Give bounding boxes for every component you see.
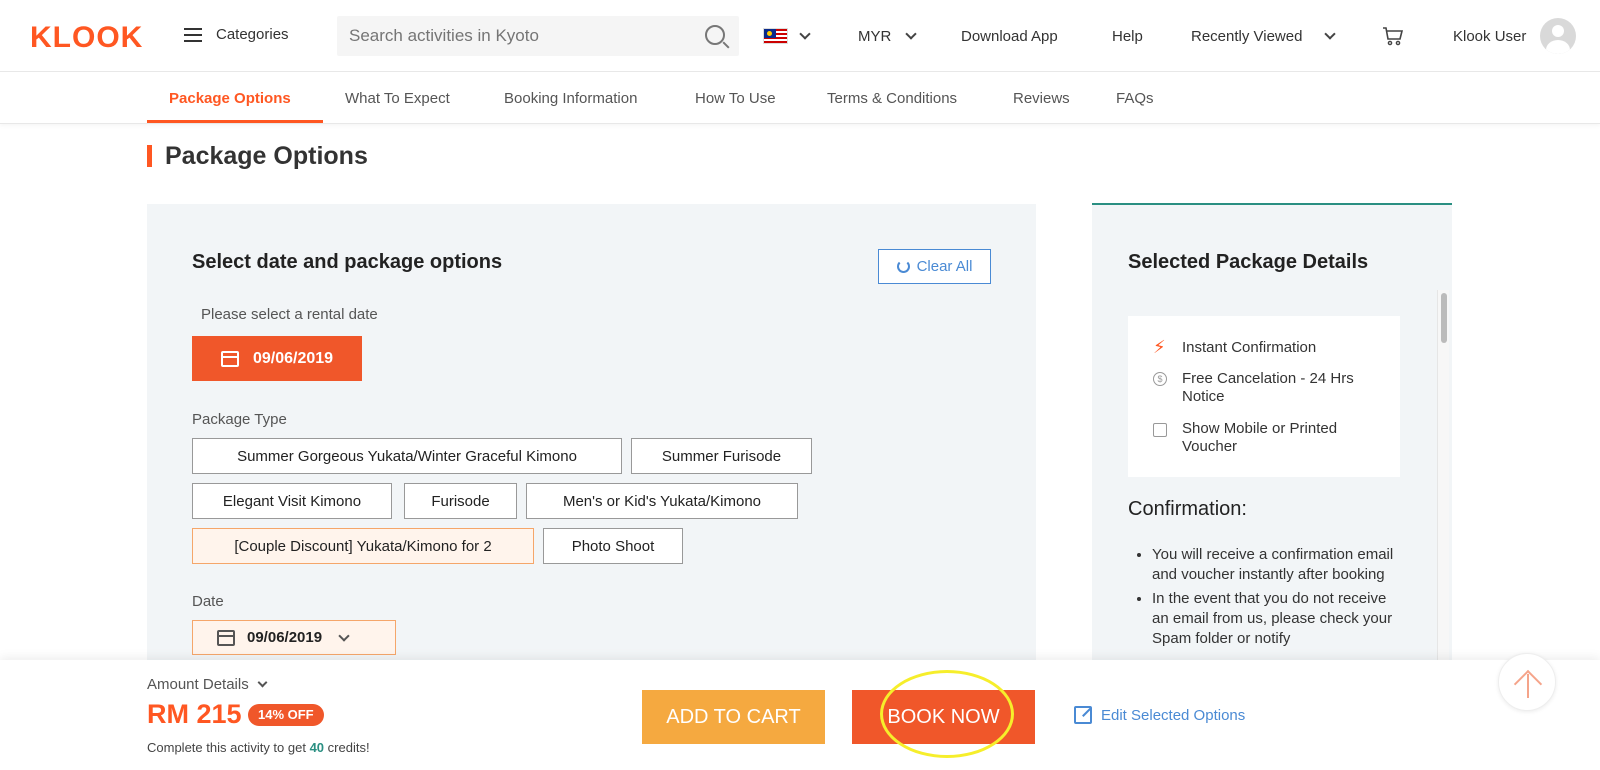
package-option[interactable]: Furisode xyxy=(404,483,517,519)
currency-selector[interactable]: MYR xyxy=(858,28,891,45)
package-type-label: Package Type xyxy=(192,411,287,428)
search-bar xyxy=(337,16,739,56)
panel-title: Select date and package options xyxy=(192,251,503,273)
confirmation-list: You will receive a confirmation email an… xyxy=(1130,545,1400,653)
package-option-selected[interactable]: [Couple Discount] Yukata/Kimono for 2 xyxy=(192,528,534,564)
amount-details-label: Amount Details xyxy=(147,676,249,693)
active-tab-indicator xyxy=(147,120,323,123)
tab-faqs[interactable]: FAQs xyxy=(1116,90,1154,107)
details-scrollbar[interactable] xyxy=(1437,290,1449,660)
edit-selected-options-link[interactable]: Edit Selected Options xyxy=(1074,706,1245,724)
clear-all-label: Clear All xyxy=(916,258,973,275)
rental-date-value: 09/06/2019 xyxy=(252,349,334,367)
date-label: Date xyxy=(192,593,224,610)
lightning-icon: ⚡ xyxy=(1153,337,1166,357)
search-input[interactable] xyxy=(337,26,677,46)
package-option[interactable]: Photo Shoot xyxy=(543,528,683,564)
tab-what-to-expect[interactable]: What To Expect xyxy=(345,90,450,107)
klook-logo[interactable]: KLOOK xyxy=(30,21,143,55)
tab-how-to-use[interactable]: How To Use xyxy=(695,90,776,107)
search-icon[interactable] xyxy=(705,25,725,45)
back-to-top-button[interactable] xyxy=(1498,653,1556,711)
feature-voucher-type: Show Mobile or Printed Voucher xyxy=(1182,420,1338,455)
help-link[interactable]: Help xyxy=(1112,28,1143,45)
chevron-down-icon[interactable] xyxy=(799,28,811,40)
chevron-down-icon[interactable] xyxy=(905,28,917,40)
list-item: In the event that you do not receive an … xyxy=(1152,589,1400,649)
avatar[interactable] xyxy=(1540,18,1576,54)
credits-note: Complete this activity to get 40 credits… xyxy=(147,740,370,755)
edit-icon xyxy=(1074,706,1092,724)
chevron-down-icon xyxy=(338,629,350,642)
recently-viewed-link[interactable]: Recently Viewed xyxy=(1191,28,1302,45)
list-item: You will receive a confirmation email an… xyxy=(1152,545,1400,585)
clear-all-button[interactable]: Clear All xyxy=(878,249,991,284)
confirmation-title: Confirmation: xyxy=(1128,498,1247,520)
page-title: Package Options xyxy=(165,142,368,170)
credits-prefix: Complete this activity to get xyxy=(147,740,310,755)
book-now-button[interactable]: BOOK NOW xyxy=(852,690,1035,744)
rental-date-label: Please select a rental date xyxy=(201,306,378,323)
calendar-icon xyxy=(220,350,239,367)
rental-date-button[interactable]: 09/06/2019 xyxy=(192,336,362,381)
hamburger-icon xyxy=(184,27,202,42)
date-dropdown[interactable]: 09/06/2019 xyxy=(192,620,396,655)
credits-suffix: credits! xyxy=(324,740,370,755)
scrollbar-thumb[interactable] xyxy=(1441,293,1447,343)
cart-icon[interactable] xyxy=(1382,25,1404,47)
tab-booking-information[interactable]: Booking Information xyxy=(504,90,637,107)
edit-options-label: Edit Selected Options xyxy=(1101,706,1246,724)
tab-reviews[interactable]: Reviews xyxy=(1013,90,1070,107)
price: RM 215 xyxy=(147,699,242,729)
selected-package-title: Selected Package Details xyxy=(1128,251,1369,273)
categories-menu[interactable]: Categories xyxy=(184,26,289,43)
package-option[interactable]: Elegant Visit Kimono xyxy=(192,483,392,519)
date-value: 09/06/2019 xyxy=(247,629,323,646)
top-header: KLOOK Categories MYR Download App Help R… xyxy=(0,0,1600,72)
package-option[interactable]: Summer Furisode xyxy=(631,438,812,474)
calendar-icon xyxy=(217,629,235,646)
credits-value: 40 xyxy=(309,740,325,755)
tab-terms-conditions[interactable]: Terms & Conditions xyxy=(827,90,957,107)
discount-badge: 14% OFF xyxy=(248,704,324,726)
section-tabs: Package Options What To Expect Booking I… xyxy=(0,72,1600,124)
tab-package-options[interactable]: Package Options xyxy=(169,90,291,107)
add-to-cart-button[interactable]: ADD TO CART xyxy=(642,690,825,744)
malaysia-flag-icon[interactable] xyxy=(763,28,788,44)
chevron-down-icon xyxy=(257,677,268,687)
download-app-link[interactable]: Download App xyxy=(961,28,1058,45)
feature-instant-confirmation: Instant Confirmation xyxy=(1182,339,1317,356)
amount-details-toggle[interactable]: Amount Details xyxy=(147,676,268,693)
section-accent-bar xyxy=(147,145,152,167)
package-option[interactable]: Men's or Kid's Yukata/Kimono xyxy=(526,483,798,519)
printer-icon xyxy=(1153,423,1167,437)
chevron-down-icon[interactable] xyxy=(1324,28,1336,40)
categories-label: Categories xyxy=(216,26,289,43)
feature-free-cancelation: Free Cancelation - 24 Hrs Notice xyxy=(1182,370,1354,405)
user-name[interactable]: Klook User xyxy=(1453,28,1526,45)
package-option[interactable]: Summer Gorgeous Yukata/Winter Graceful K… xyxy=(192,438,622,474)
dollar-coin-icon: $ xyxy=(1153,372,1167,386)
refresh-icon xyxy=(896,260,910,273)
